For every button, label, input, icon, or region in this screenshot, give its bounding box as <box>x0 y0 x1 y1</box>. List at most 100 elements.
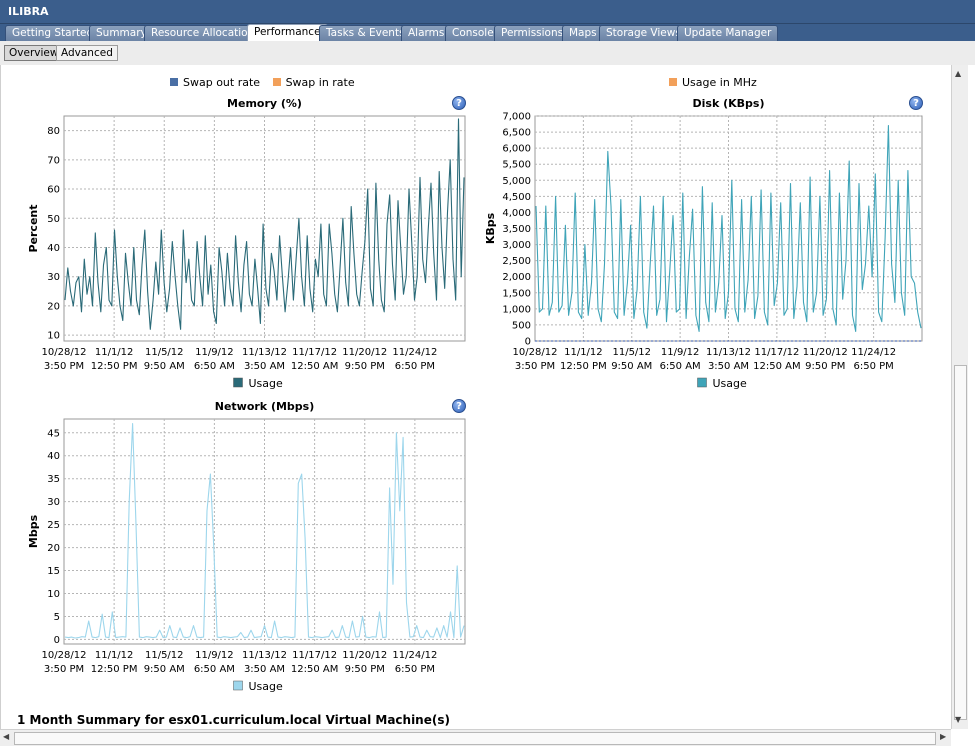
memory-x-tick-date: 11/13/12 <box>242 347 287 358</box>
disk-y-tick-label: 0 <box>525 337 531 348</box>
memory-x-tick-time: 12:50 AM <box>291 361 338 372</box>
memory-x-tick-time: 6:50 AM <box>194 361 235 372</box>
memory-x-tick-date: 11/1/12 <box>95 347 134 358</box>
disk-x-tick-date: 11/1/12 <box>564 347 603 358</box>
scroll-left-icon[interactable]: ◀ <box>3 732 9 741</box>
network-x-tick-date: 11/9/12 <box>195 650 234 661</box>
network-x-tick-time: 12:50 PM <box>91 664 138 675</box>
disk-x-tick-date: 11/9/12 <box>661 347 700 358</box>
memory-x-tick-date: 11/20/12 <box>342 347 387 358</box>
memory-legend-label: Usage <box>249 377 284 390</box>
summary-title: 1 Month Summary for esx01.curriculum.loc… <box>17 713 450 727</box>
network-y-tick-label: 25 <box>47 520 60 531</box>
disk-y-tick-label: 4,000 <box>502 208 531 219</box>
disk-x-tick-date: 11/17/12 <box>754 347 799 358</box>
network-y-tick-label: 0 <box>54 635 60 646</box>
network-chart-title: Network (Mbps) <box>215 400 315 413</box>
vertical-scroll-thumb[interactable] <box>954 365 967 720</box>
memory-y-tick-label: 40 <box>47 243 60 254</box>
memory-y-tick-label: 20 <box>47 301 60 312</box>
network-x-tick-date: 10/28/12 <box>42 650 87 661</box>
memory-x-tick-date: 11/17/12 <box>292 347 337 358</box>
memory-y-tick-label: 80 <box>47 126 60 137</box>
disk-y-tick-label: 4,500 <box>502 192 531 203</box>
memory-y-tick-label: 70 <box>47 155 60 166</box>
network-x-tick-time: 6:50 PM <box>395 664 435 675</box>
network-x-tick-date: 11/17/12 <box>292 650 337 661</box>
disk-y-tick-label: 2,000 <box>502 272 531 283</box>
network-y-tick-label: 15 <box>47 566 60 577</box>
network-x-tick-date: 11/1/12 <box>95 650 134 661</box>
network-y-tick-label: 40 <box>47 451 60 462</box>
disk-x-tick-time: 9:50 PM <box>805 361 845 372</box>
network-legend-swatch <box>233 680 243 691</box>
disk-y-tick-label: 6,500 <box>502 128 531 139</box>
network-x-tick-date: 11/24/12 <box>392 650 437 661</box>
memory-x-tick-time: 12:50 PM <box>91 361 138 372</box>
network-x-tick-time: 9:50 AM <box>144 664 185 675</box>
disk-y-tick-label: 5,000 <box>502 176 531 187</box>
memory-x-tick-time: 9:50 AM <box>144 361 185 372</box>
memory-y-tick-label: 60 <box>47 185 60 196</box>
memory-x-tick-time: 6:50 PM <box>395 361 435 372</box>
disk-x-tick-time: 9:50 AM <box>611 361 652 372</box>
vertical-scrollbar[interactable]: ▲ ▼ <box>951 65 968 729</box>
memory-x-tick-time: 3:50 PM <box>44 361 84 372</box>
disk-y-tick-label: 6,000 <box>502 144 531 155</box>
memory-y-tick-label: 30 <box>47 272 60 283</box>
network-x-tick-time: 6:50 AM <box>194 664 235 675</box>
memory-y-tick-label: 10 <box>47 331 60 342</box>
disk-x-tick-date: 10/28/12 <box>513 347 558 358</box>
memory-x-tick-date: 11/5/12 <box>145 347 184 358</box>
network-y-tick-label: 5 <box>54 612 60 623</box>
vsphere-performance-window: ILIBRA Getting Started Summary Resource … <box>0 0 975 750</box>
scroll-right-icon[interactable]: ▶ <box>940 732 946 741</box>
disk-x-tick-time: 6:50 PM <box>853 361 893 372</box>
memory-chart: 102030405060708010/28/123:50 PM11/1/1212… <box>27 97 923 693</box>
network-x-tick-date: 11/13/12 <box>242 650 287 661</box>
disk-x-tick-time: 3:50 AM <box>708 361 749 372</box>
network-y-tick-label: 35 <box>47 474 60 485</box>
network-y-axis-label: Mbps <box>27 514 40 548</box>
horizontal-scrollbar[interactable]: ◀ ▶ <box>0 729 951 746</box>
network-x-tick-time: 12:50 AM <box>291 664 338 675</box>
disk-legend-swatch <box>697 377 707 388</box>
disk-y-tick-label: 1,000 <box>502 304 531 315</box>
disk-x-tick-date: 11/5/12 <box>612 347 651 358</box>
disk-x-tick-time: 12:50 PM <box>560 361 607 372</box>
memory-chart-title: Memory (%) <box>227 97 302 110</box>
disk-x-tick-date: 11/24/12 <box>851 347 896 358</box>
disk-y-tick-label: 2,500 <box>502 256 531 267</box>
scroll-up-icon[interactable]: ▲ <box>955 69 961 78</box>
network-y-tick-label: 20 <box>47 543 60 554</box>
network-y-tick-label: 30 <box>47 497 60 508</box>
network-y-tick-label: 45 <box>47 428 60 439</box>
network-legend-label: Usage <box>249 680 284 693</box>
disk-y-tick-label: 3,500 <box>502 224 531 235</box>
network-x-tick-time: 9:50 PM <box>345 664 385 675</box>
disk-y-axis-label: KBps <box>484 212 497 244</box>
memory-x-tick-date: 11/9/12 <box>195 347 234 358</box>
disk-x-tick-time: 12:50 AM <box>753 361 800 372</box>
disk-x-tick-date: 11/20/12 <box>803 347 848 358</box>
disk-legend-label: Usage <box>713 377 748 390</box>
memory-legend-swatch <box>233 377 243 388</box>
memory-x-tick-time: 9:50 PM <box>345 361 385 372</box>
scroll-down-icon[interactable]: ▼ <box>955 715 961 724</box>
network-x-tick-time: 3:50 PM <box>44 664 84 675</box>
network-x-tick-time: 3:50 AM <box>244 664 285 675</box>
disk-y-tick-label: 500 <box>512 320 531 331</box>
disk-y-tick-label: 5,500 <box>502 160 531 171</box>
memory-x-tick-date: 10/28/12 <box>42 347 87 358</box>
disk-y-tick-label: 7,000 <box>502 112 531 123</box>
network-x-tick-date: 11/5/12 <box>145 650 184 661</box>
memory-x-tick-date: 11/24/12 <box>392 347 437 358</box>
memory-x-tick-time: 3:50 AM <box>244 361 285 372</box>
network-x-tick-date: 11/20/12 <box>342 650 387 661</box>
disk-chart-title: Disk (KBps) <box>693 97 765 110</box>
memory-y-axis-label: Percent <box>27 204 40 252</box>
horizontal-scroll-thumb[interactable] <box>14 732 936 745</box>
disk-y-tick-label: 3,000 <box>502 240 531 251</box>
network-y-tick-label: 10 <box>47 589 60 600</box>
memory-y-tick-label: 50 <box>47 214 60 225</box>
